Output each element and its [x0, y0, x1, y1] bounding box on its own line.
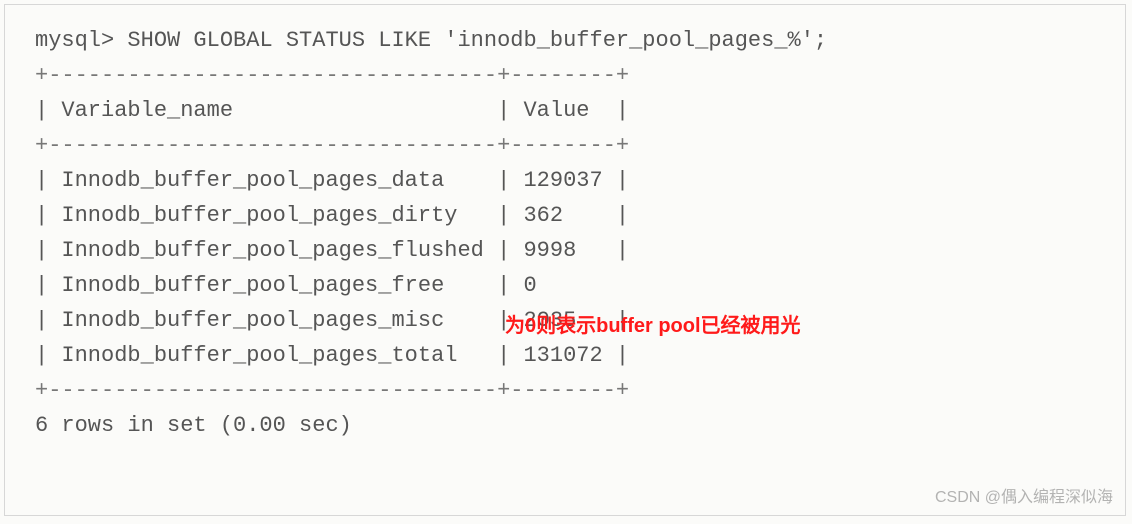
result-footer: 6 rows in set (0.00 sec) — [35, 413, 352, 438]
terminal-output: mysql> SHOW GLOBAL STATUS LIKE 'innodb_b… — [35, 23, 827, 443]
table-row: | Innodb_buffer_pool_pages_data | 129037… — [35, 168, 629, 193]
annotation-text: 为0则表示buffer pool已经被用光 — [505, 309, 801, 338]
table-header: | Variable_name | Value | — [35, 98, 629, 123]
table-border-mid: +----------------------------------+----… — [35, 133, 629, 158]
table-row: | Innodb_buffer_pool_pages_total | 13107… — [35, 343, 629, 368]
watermark-text: CSDN @偶入编程深似海 — [935, 483, 1113, 507]
sql-command: SHOW GLOBAL STATUS LIKE 'innodb_buffer_p… — [127, 28, 827, 53]
table-row: | Innodb_buffer_pool_pages_flushed | 999… — [35, 238, 629, 263]
mysql-prompt: mysql> — [35, 28, 127, 53]
table-border-bot: +----------------------------------+----… — [35, 378, 629, 403]
table-row: | Innodb_buffer_pool_pages_dirty | 362 | — [35, 203, 629, 228]
code-block: mysql> SHOW GLOBAL STATUS LIKE 'innodb_b… — [4, 4, 1126, 516]
table-row: | Innodb_buffer_pool_pages_free | 0 — [35, 273, 537, 298]
table-border-top: +----------------------------------+----… — [35, 63, 629, 88]
